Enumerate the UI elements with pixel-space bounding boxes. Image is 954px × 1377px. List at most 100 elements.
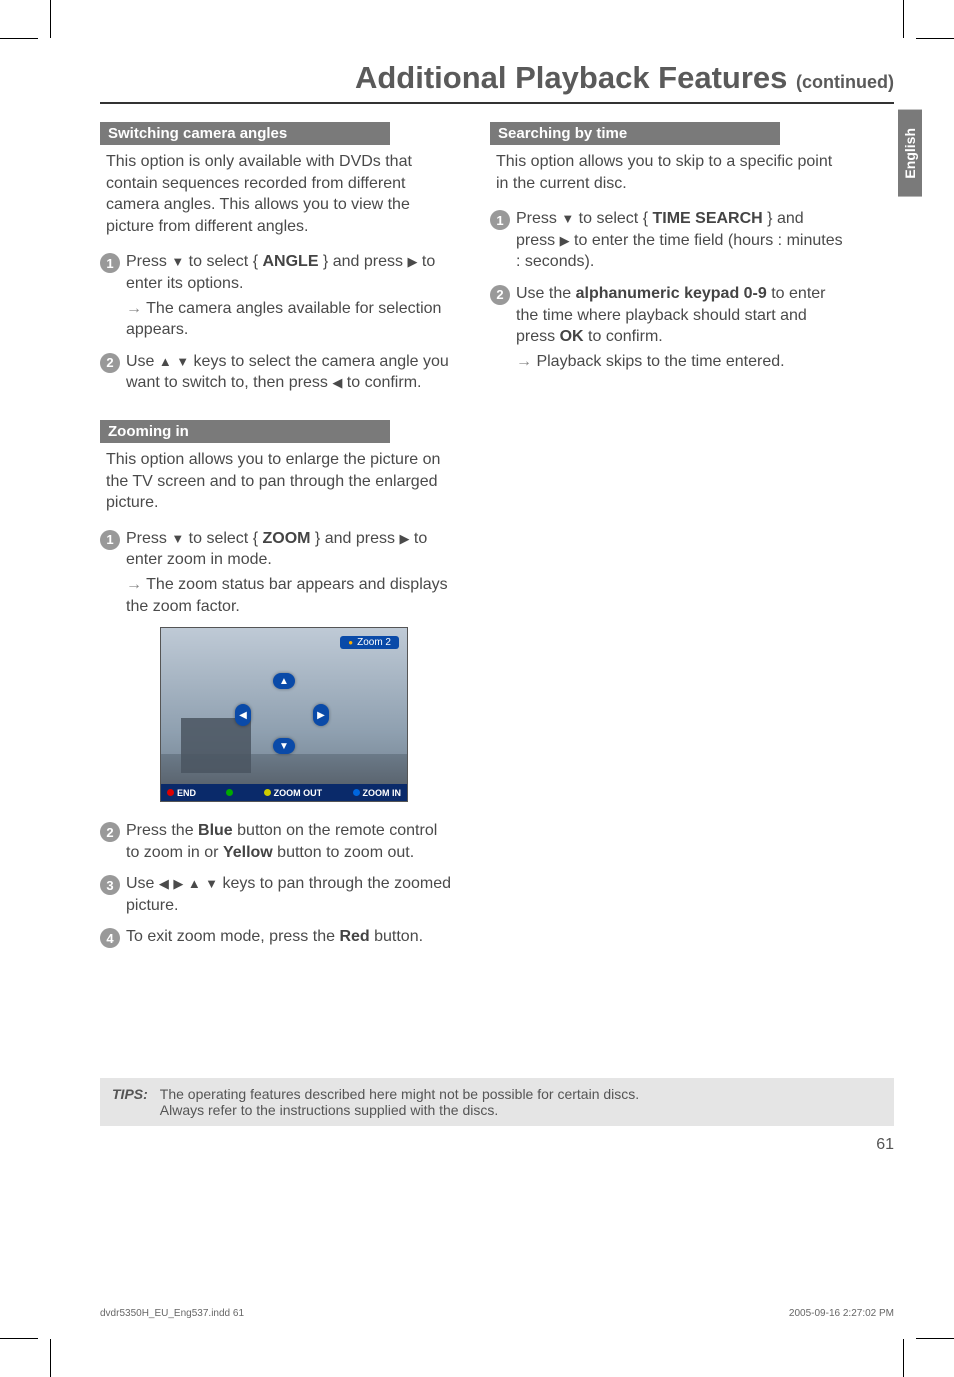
down-arrow-icon xyxy=(561,210,574,227)
result-arrow-icon: → xyxy=(516,353,532,370)
section-a-step-1: 1 Press to select { ANGLE } and press to… xyxy=(100,251,454,340)
step-number-icon: 1 xyxy=(490,210,510,230)
result-line: → The zoom status bar appears and displa… xyxy=(126,574,454,617)
left-column: Switching camera angles This option is o… xyxy=(100,122,460,958)
text-run: Press the xyxy=(126,822,198,839)
yellow-label: Yellow xyxy=(223,844,273,861)
step-body: Press the Blue button on the remote cont… xyxy=(126,820,454,863)
text-run: END xyxy=(177,788,196,798)
step-number-icon: 1 xyxy=(100,253,120,273)
step-body: Use keys to pan through the zoomed pictu… xyxy=(126,873,454,916)
footer-right: 2005-09-16 2:27:02 PM xyxy=(789,1308,894,1319)
title-continued: (continued) xyxy=(796,72,894,92)
section-b-step-3: 3 Use keys to pan through the zoomed pic… xyxy=(100,873,454,916)
result-arrow-icon: → xyxy=(126,576,142,593)
section-b-step-2: 2 Press the Blue button on the remote co… xyxy=(100,820,454,863)
page-title: Additional Playback Features (continued) xyxy=(100,60,894,104)
bar-green xyxy=(226,789,233,796)
yellow-dot-icon xyxy=(264,789,271,796)
section-b-step-1: 1 Press to select { ZOOM } and press to … xyxy=(100,528,454,617)
step-body: Press to select { ANGLE } and press to e… xyxy=(126,251,454,340)
text-run: to select { xyxy=(184,253,262,270)
text-run: The camera angles available for selectio… xyxy=(126,300,441,339)
keypad-label: alphanumeric keypad 0-9 xyxy=(576,285,767,302)
up-arrow-icon xyxy=(188,875,201,892)
pan-up-icon: ▲ xyxy=(273,673,295,689)
step-body: Press to select { TIME SEARCH } and pres… xyxy=(516,208,844,273)
title-main: Additional Playback Features xyxy=(355,60,796,95)
footer-left: dvdr5350H_EU_Eng537.indd 61 xyxy=(100,1308,244,1319)
text-run: Use xyxy=(126,875,159,892)
down-arrow-icon xyxy=(171,530,184,547)
down-arrow-icon xyxy=(171,253,184,270)
text-run: Use the xyxy=(516,285,576,302)
section-head-angles: Switching camera angles xyxy=(100,122,390,145)
tips-line1: The operating features described here mi… xyxy=(160,1086,639,1102)
print-footer: dvdr5350H_EU_Eng537.indd 61 2005-09-16 2… xyxy=(100,1308,894,1319)
text-run: to confirm. xyxy=(342,374,421,391)
time-search-label: TIME SEARCH xyxy=(652,210,762,227)
step-number-icon: 4 xyxy=(100,928,120,948)
right-column: Searching by time This option allows you… xyxy=(490,122,850,958)
pan-left-icon: ◀ xyxy=(235,704,251,726)
bar-end: END xyxy=(167,788,196,798)
tips-line2: Always refer to the instructions supplie… xyxy=(160,1102,639,1118)
bar-zoomout: ZOOM OUT xyxy=(264,788,323,798)
step-body: Use the alphanumeric keypad 0-9 to enter… xyxy=(516,283,844,372)
bar-zoomin: ZOOM IN xyxy=(353,788,402,798)
text-run: button. xyxy=(370,928,423,945)
text-run: Press xyxy=(126,253,171,270)
text-run: To exit zoom mode, press the xyxy=(126,928,339,945)
text-run: } and press xyxy=(310,530,399,547)
text-run: button to zoom out. xyxy=(273,844,414,861)
left-arrow-icon xyxy=(159,875,169,892)
step-number-icon: 1 xyxy=(100,530,120,550)
angle-label: ANGLE xyxy=(262,253,318,270)
zoom-label: ZOOM xyxy=(262,530,310,547)
section-a-intro: This option is only available with DVDs … xyxy=(106,151,454,237)
zoom-level-badge: Zoom 2 xyxy=(340,636,399,649)
text-run: to select { xyxy=(184,530,262,547)
step-body: Press to select { ZOOM } and press to en… xyxy=(126,528,454,617)
text-run: Playback skips to the time entered. xyxy=(532,353,785,370)
section-a-step-2: 2 Use keys to select the camera angle yo… xyxy=(100,351,454,394)
text-run: ZOOM OUT xyxy=(274,788,323,798)
blue-dot-icon xyxy=(353,789,360,796)
tips-body: The operating features described here mi… xyxy=(160,1086,639,1118)
zoom-building-graphic xyxy=(181,718,251,773)
step-body: Use keys to select the camera angle you … xyxy=(126,351,454,394)
red-label: Red xyxy=(339,928,369,945)
down-arrow-icon xyxy=(205,875,218,892)
content-columns: Switching camera angles This option is o… xyxy=(100,122,894,958)
pan-down-icon: ▼ xyxy=(273,738,295,754)
red-dot-icon xyxy=(167,789,174,796)
step-number-icon: 3 xyxy=(100,875,120,895)
right-arrow-icon xyxy=(560,232,570,249)
section-b-intro: This option allows you to enlarge the pi… xyxy=(106,449,454,514)
text-run: ZOOM IN xyxy=(363,788,402,798)
text-run: to select { xyxy=(574,210,652,227)
text-run: to confirm. xyxy=(584,328,663,345)
section-b-step-4: 4 To exit zoom mode, press the Red butto… xyxy=(100,926,454,948)
green-dot-icon xyxy=(226,789,233,796)
right-arrow-icon xyxy=(407,253,417,270)
zoom-screenshot: Zoom 2 ▲ ▼ ◀ ▶ END ZOOM OUT ZOOM IN xyxy=(160,627,408,802)
left-arrow-icon xyxy=(332,374,342,391)
text-run: The zoom status bar appears and displays… xyxy=(126,576,448,615)
text-run: } and press xyxy=(318,253,407,270)
zoom-color-bar: END ZOOM OUT ZOOM IN xyxy=(161,784,407,801)
blue-label: Blue xyxy=(198,822,233,839)
right-arrow-icon xyxy=(173,875,183,892)
text-run: Use xyxy=(126,353,159,370)
up-arrow-icon xyxy=(159,353,172,370)
tips-box: TIPS: The operating features described h… xyxy=(100,1078,894,1126)
step-number-icon: 2 xyxy=(100,353,120,373)
page-container: English Additional Playback Features (co… xyxy=(0,0,954,1377)
result-line: → Playback skips to the time entered. xyxy=(516,351,844,373)
tips-label: TIPS: xyxy=(112,1086,148,1118)
page-number: 61 xyxy=(100,1136,894,1154)
down-arrow-icon xyxy=(176,353,189,370)
step-body: To exit zoom mode, press the Red button. xyxy=(126,926,423,948)
section-c-step-1: 1 Press to select { TIME SEARCH } and pr… xyxy=(490,208,844,273)
result-line: → The camera angles available for select… xyxy=(126,298,454,341)
